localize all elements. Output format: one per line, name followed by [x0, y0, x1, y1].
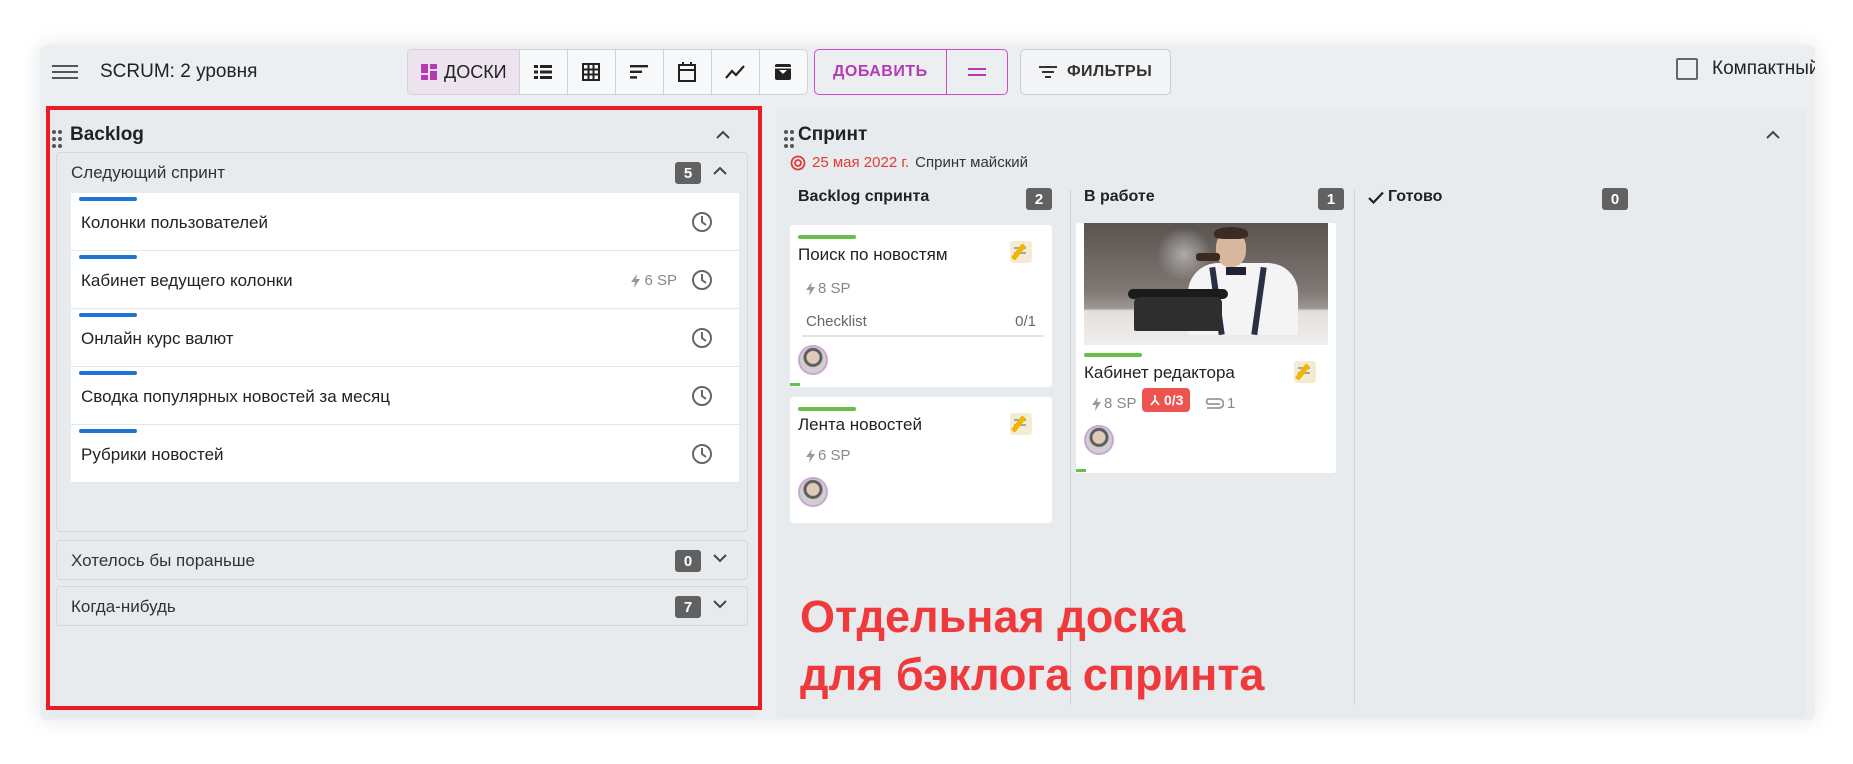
task-card[interactable]: Лента новостей 6 SP: [790, 397, 1052, 523]
progress-bar: [1076, 469, 1086, 472]
view-boards-label: ДОСКИ: [444, 61, 507, 82]
story-points: 8 SP: [1092, 395, 1137, 412]
checklist-count: 0/1: [1015, 313, 1036, 330]
chevron-up-icon[interactable]: [1766, 130, 1780, 139]
compact-checkbox[interactable]: [1676, 58, 1698, 80]
attachments-count: 1: [1227, 395, 1236, 412]
filters-label: ФИЛЬТРЫ: [1067, 63, 1153, 80]
count-badge: 0: [1602, 188, 1628, 210]
lightning-icon: [1092, 396, 1101, 411]
view-switcher: ДОСКИ: [407, 49, 808, 95]
story-points-value: 8 SP: [818, 280, 851, 297]
avatar[interactable]: [798, 477, 828, 507]
column-done: Готово 0: [1360, 188, 1630, 708]
story-points-value: 8 SP: [1104, 395, 1137, 412]
filters-button[interactable]: ФИЛЬТРЫ: [1020, 49, 1172, 95]
sprint-name: Спринт майский: [915, 154, 1029, 171]
filter-icon: [1039, 66, 1057, 78]
column-title: В работе: [1084, 188, 1155, 205]
table-icon: [582, 63, 601, 81]
subtasks-badge[interactable]: 0/3: [1142, 388, 1191, 412]
project-title: SCRUM: 2 уровня: [100, 61, 258, 82]
count-badge: 2: [1026, 188, 1052, 210]
add-menu-button[interactable]: [945, 50, 1007, 94]
archive-icon: [775, 64, 792, 80]
story-points: 6 SP: [806, 447, 851, 464]
highlight-frame: [46, 106, 762, 710]
subtasks-icon: [1150, 395, 1160, 406]
column-title: Backlog спринта: [798, 188, 930, 205]
notes-icon[interactable]: [1294, 361, 1316, 383]
board-icon: [421, 64, 437, 80]
column-divider: [1354, 190, 1355, 705]
story-points: 8 SP: [806, 280, 851, 297]
compact-toggle[interactable]: Компактный: [1676, 58, 1815, 80]
priority-bar: [798, 407, 856, 411]
target-icon: [790, 155, 806, 170]
view-boards-button[interactable]: ДОСКИ: [408, 50, 520, 94]
add-button-group: ДОБАВИТЬ: [814, 49, 1008, 95]
avatar[interactable]: [1084, 425, 1114, 455]
view-timeline-button[interactable]: [616, 50, 664, 94]
column-title: Готово: [1368, 188, 1442, 206]
checklist-divider: [802, 335, 1044, 337]
annotation-caption: Отдельная доска для бэклога спринта: [800, 588, 1264, 704]
chart-icon: [725, 65, 745, 79]
annotation-line-1: Отдельная доска: [800, 591, 1186, 642]
avatar[interactable]: [798, 345, 828, 375]
sort-icon: [630, 65, 649, 79]
priority-bar: [1084, 353, 1142, 357]
paperclip-icon: [1205, 397, 1224, 409]
checklist-label: Checklist: [806, 313, 867, 330]
checkmark-icon: [1368, 191, 1384, 204]
view-chart-button[interactable]: [712, 50, 760, 94]
drag-handle-icon[interactable]: [784, 130, 794, 148]
calendar-icon: [678, 62, 697, 82]
add-button[interactable]: ДОБАВИТЬ: [815, 50, 946, 94]
count-badge: 1: [1318, 188, 1344, 210]
column-title-text: Готово: [1388, 188, 1443, 205]
annotation-line-2: для бэклога спринта: [800, 649, 1265, 700]
card-title: Кабинет редактора: [1084, 363, 1235, 382]
subtasks-count: 0/3: [1164, 392, 1184, 408]
progress-bar: [790, 383, 800, 386]
view-list-button[interactable]: [520, 50, 568, 94]
view-calendar-button[interactable]: [664, 50, 712, 94]
task-card[interactable]: Кабинет редактора 8 SP 0/3 1: [1076, 223, 1336, 473]
card-title: Лента новостей: [798, 415, 922, 434]
compact-label: Компактный: [1712, 58, 1815, 79]
menu-icon[interactable]: [52, 61, 78, 83]
card-title: Поиск по новостям: [798, 245, 948, 264]
notes-icon[interactable]: [1010, 413, 1032, 435]
sprint-info: 25 мая 2022 г. Спринт майский: [790, 154, 1028, 171]
sprint-title: Спринт: [798, 124, 868, 145]
equals-icon: [967, 68, 986, 76]
notes-icon[interactable]: [1010, 241, 1032, 263]
lightning-icon: [806, 448, 815, 463]
view-archive-button[interactable]: [760, 50, 807, 94]
story-points-value: 6 SP: [818, 447, 851, 464]
priority-bar: [798, 235, 856, 239]
view-table-button[interactable]: [568, 50, 616, 94]
task-card[interactable]: Поиск по новостям 8 SP Checklist 0/1: [790, 225, 1052, 387]
sprint-date: 25 мая 2022 г.: [812, 154, 910, 171]
lightning-icon: [806, 281, 815, 296]
toolbar: SCRUM: 2 уровня ДОСКИ ДОБАВИТЬ ФИЛЬТРЫ К…: [40, 45, 1815, 101]
card-cover-image: [1084, 223, 1328, 345]
list-icon: [534, 65, 553, 79]
attachments[interactable]: 1: [1202, 395, 1235, 412]
